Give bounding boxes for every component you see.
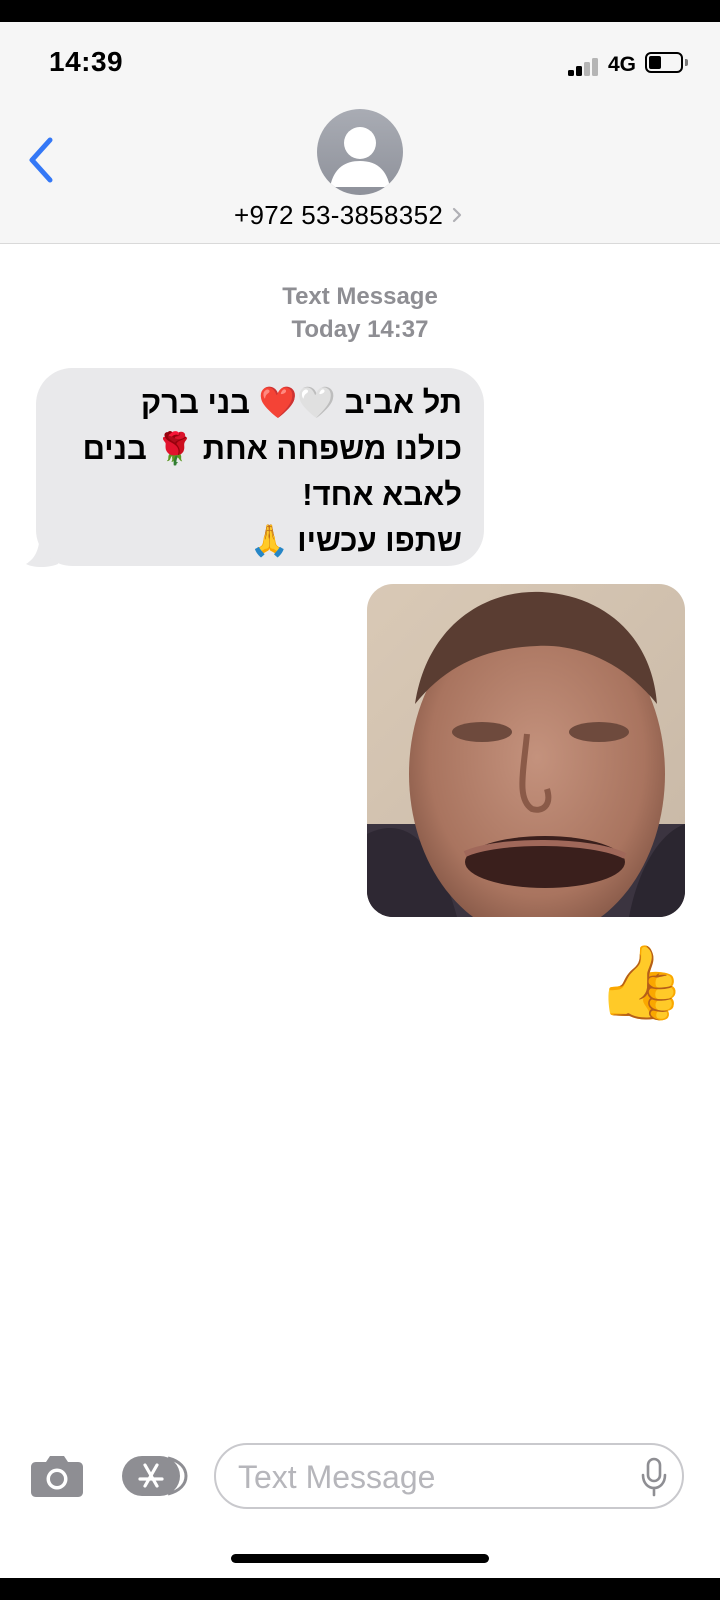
message-text: תל אביב 🤍❤️ בני ברק כולנו משפחה אחת 🌹 בנ… [58, 380, 462, 564]
incoming-message-bubble[interactable]: תל אביב 🤍❤️ בני ברק כולנו משפחה אחת 🌹 בנ… [36, 368, 484, 566]
microphone-icon[interactable] [640, 1457, 668, 1497]
contact-title[interactable]: +972 53-3858352 [234, 197, 494, 233]
contact-avatar[interactable] [317, 109, 403, 195]
person-silhouette-icon [330, 127, 390, 187]
message-line: שתפו עכשיו 🙏 [250, 523, 462, 558]
network-type: 4G [608, 53, 637, 76]
app-store-icon [122, 1456, 188, 1496]
message-timestamp: Today 14:37 [291, 316, 429, 343]
outgoing-photo-message[interactable] [367, 584, 685, 917]
photo-thumbnail [367, 584, 685, 917]
home-indicator[interactable] [231, 1554, 489, 1563]
chevron-left-icon [29, 137, 53, 183]
message-line: כולנו משפחה אחת 🌹 בנים [82, 431, 462, 466]
back-button[interactable] [22, 130, 62, 190]
message-input-placeholder: Text Message [238, 1459, 436, 1495]
battery-icon [645, 52, 688, 73]
cellular-signal-icon [568, 58, 602, 76]
message-line: לאבא אחד! [302, 477, 462, 512]
app-store-button[interactable] [120, 1455, 188, 1497]
conversation-header: 14:39 4G +972 53-3858352 [0, 22, 720, 244]
message-line: תל אביב 🤍❤️ בני ברק [140, 385, 462, 420]
camera-button[interactable] [30, 1454, 84, 1498]
message-meta: Text Message Today 14:37 [0, 280, 720, 346]
messages-screen: 14:39 4G +972 53-3858352 Text Message To… [0, 22, 720, 1578]
chevron-right-icon [452, 207, 462, 223]
service-label: Text Message [282, 283, 438, 310]
contact-number: +972 53-3858352 [234, 199, 444, 230]
status-time: 14:39 [49, 46, 124, 77]
message-input[interactable]: Text Message [214, 1443, 684, 1509]
thumbs-up-message[interactable]: 👍 [596, 938, 686, 1028]
camera-icon [31, 1456, 83, 1497]
